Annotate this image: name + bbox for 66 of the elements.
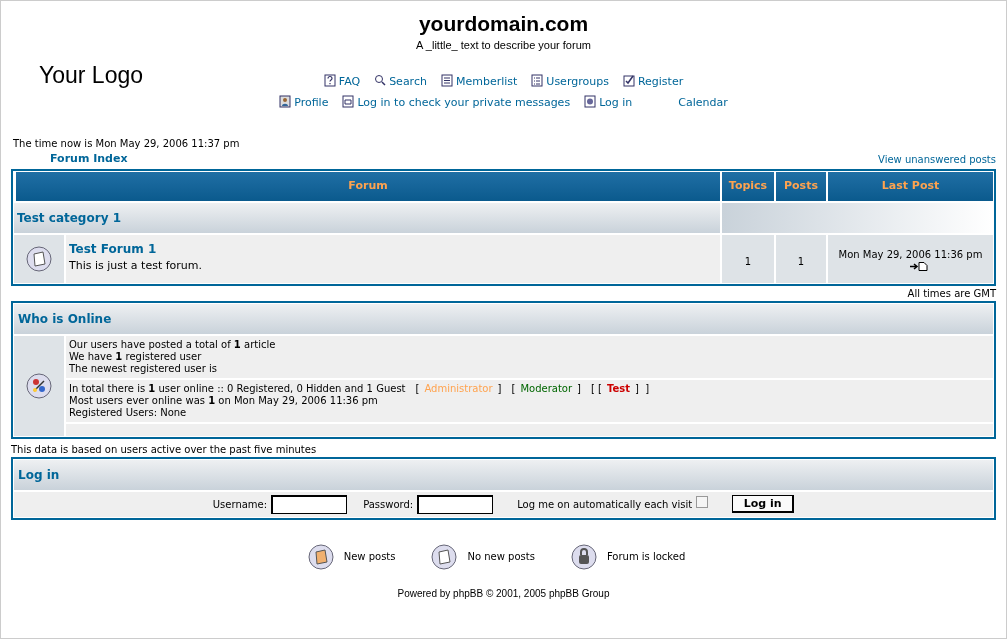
list-icon (440, 73, 453, 87)
topics-count: 1 (744, 255, 752, 269)
bracket-text: [ [ (590, 382, 602, 395)
bracket-text: ] ] (634, 382, 650, 395)
legend-label: No new posts (467, 550, 535, 564)
registered-users-text: Registered Users: None (69, 406, 188, 419)
person-icon (279, 95, 292, 108)
nav-link[interactable]: Calendar (678, 95, 728, 112)
nav-link[interactable]: Usergroups (531, 73, 609, 90)
user-group-link[interactable]: Moderator (520, 382, 573, 395)
forum-description: This is just a test forum. (69, 257, 202, 274)
breadcrumb-link[interactable]: Forum Index (11, 150, 128, 167)
column-header: Posts (774, 172, 826, 201)
site-description: A _little_ text to describe your forum (416, 38, 591, 53)
checkbox-icon (622, 73, 635, 87)
auto-login-label: Log me on automatically each visit (517, 497, 693, 512)
legend-label: Forum is locked (606, 550, 686, 564)
column-header: Last Post (826, 172, 993, 201)
document-icon (307, 543, 334, 570)
nav-link[interactable]: Register (622, 73, 684, 90)
arrow-document-icon[interactable] (909, 261, 928, 271)
panel-title: Who is Online (14, 303, 993, 334)
timezone-note: All times are GMT (907, 286, 996, 301)
footer-text: Powered by phpBB © 2001, 2005 phpBB Group (397, 586, 610, 601)
bracket-text: [ (415, 382, 420, 395)
nav-link[interactable]: Search (374, 73, 427, 90)
list-icon (531, 73, 544, 87)
legend-label: New posts (343, 550, 396, 564)
nav-link[interactable]: Profile (279, 95, 329, 112)
site-title: yourdomain.com (418, 11, 589, 37)
document-icon (26, 245, 52, 272)
username-field[interactable] (271, 494, 348, 514)
envelope-icon (342, 95, 355, 108)
people-icon (26, 372, 52, 399)
current-time: The time now is Mon May 29, 2006 11:37 pm (12, 136, 241, 151)
posts-count: 1 (797, 255, 805, 269)
nav-link[interactable]: Log in to check your private messages (342, 95, 571, 112)
password-field[interactable] (417, 494, 494, 514)
nav-link[interactable]: FAQ (323, 73, 361, 90)
bracket-text: ] (577, 382, 581, 395)
auto-login-checkbox[interactable] (696, 495, 709, 508)
online-users-text: In total there is 1 user online :: 0 Registered, 0 Hidden and 1 Guest (69, 382, 406, 395)
search-icon (374, 73, 387, 87)
unanswered-link[interactable]: View unanswered posts (878, 152, 996, 167)
column-header: Forum (14, 172, 720, 201)
help-icon (323, 73, 336, 87)
forum-title-link[interactable]: Test Forum 1 (69, 239, 157, 258)
stats-text: The newest registered user is (69, 362, 218, 375)
category-row: Test category 1 (14, 200, 720, 233)
bracket-text: [ (511, 382, 516, 395)
column-header: Topics (720, 172, 774, 201)
password-label: Password: (363, 497, 414, 512)
nav-link[interactable]: Log in (584, 95, 633, 112)
nav-link[interactable]: Memberlist (440, 73, 518, 90)
last-post-date: Mon May 29, 2006 11:36 pm (838, 247, 983, 262)
record-text: Most users ever online was 1 on Mon May 29, 2006 11:36 pm (69, 394, 379, 407)
user-group-link[interactable]: Test (606, 382, 630, 395)
bracket-text: ] (497, 382, 502, 395)
stats-text: We have 1 registered user (69, 350, 203, 363)
panel-title: Log in (14, 459, 993, 490)
username-label: Username: (212, 497, 268, 512)
online-note: This data is based on users active over the past five minutes (11, 442, 318, 457)
document-icon (431, 543, 458, 570)
login-button[interactable]: Log in (732, 495, 795, 513)
stats-text: Our users have posted a total of 1 article (69, 338, 277, 351)
logo-text: Your Logo (39, 62, 144, 88)
